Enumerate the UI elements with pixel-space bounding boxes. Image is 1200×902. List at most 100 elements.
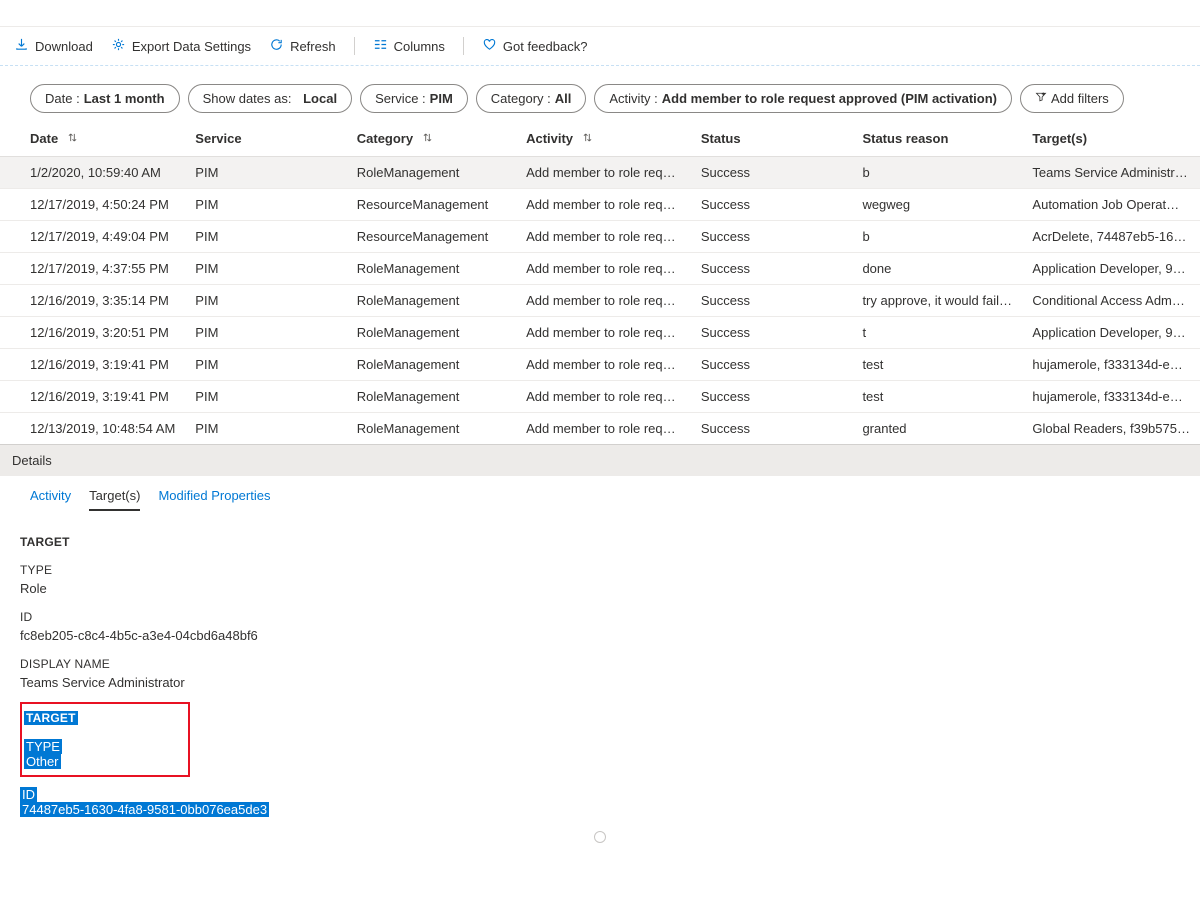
add-filters-button[interactable]: Add filters <box>1020 84 1124 113</box>
id-value: fc8eb205-c8c4-4b5c-a3e4-04cbd6a48bf6 <box>20 628 1180 643</box>
filter-category-label: Category : <box>491 91 551 106</box>
table-row[interactable]: 12/16/2019, 3:20:51 PMPIMRoleManagementA… <box>0 317 1200 349</box>
cell-date: 12/16/2019, 3:19:41 PM <box>0 349 185 381</box>
table-row[interactable]: 12/16/2019, 3:19:41 PMPIMRoleManagementA… <box>0 381 1200 413</box>
cell-reason: b <box>852 221 1022 253</box>
col-header-status-reason[interactable]: Status reason <box>852 121 1022 157</box>
cell-service: PIM <box>185 285 346 317</box>
display-name-label: DISPLAY NAME <box>20 657 1180 671</box>
heart-icon <box>482 37 497 55</box>
cell-status: Success <box>691 221 853 253</box>
table-row[interactable]: 12/13/2019, 10:48:54 AMPIMRoleManagement… <box>0 413 1200 445</box>
download-button[interactable]: Download <box>14 37 93 55</box>
type-value: Role <box>20 581 1180 596</box>
highlighted-target-box: TARGET TYPE Other <box>20 702 190 777</box>
cell-target: hujamerole, f333134d-e… <box>1022 381 1200 413</box>
cell-reason: test <box>852 349 1022 381</box>
filter-show-dates[interactable]: Show dates as: Local <box>188 84 352 113</box>
tab-targets[interactable]: Target(s) <box>89 484 140 511</box>
cell-activity: Add member to role req… <box>516 253 691 285</box>
cell-category: RoleManagement <box>347 253 516 285</box>
sort-icon <box>68 132 77 143</box>
refresh-label: Refresh <box>290 39 336 54</box>
export-label: Export Data Settings <box>132 39 251 54</box>
table-row[interactable]: 12/17/2019, 4:50:24 PMPIMResourceManagem… <box>0 189 1200 221</box>
table-row[interactable]: 12/16/2019, 3:35:14 PMPIMRoleManagementA… <box>0 285 1200 317</box>
audit-table: Date Service Category Activity Status St… <box>0 121 1200 444</box>
col-header-targets[interactable]: Target(s) <box>1022 121 1200 157</box>
cell-target: Automation Job Operat… <box>1022 189 1200 221</box>
cell-reason: done <box>852 253 1022 285</box>
refresh-icon <box>269 37 284 55</box>
cell-status: Success <box>691 413 853 445</box>
tab-activity[interactable]: Activity <box>30 484 71 511</box>
cell-service: PIM <box>185 381 346 413</box>
table-row[interactable]: 12/16/2019, 3:19:41 PMPIMRoleManagementA… <box>0 349 1200 381</box>
add-filters-label: Add filters <box>1051 91 1109 106</box>
resize-handle[interactable] <box>0 827 1200 839</box>
cell-activity: Add member to role req… <box>516 189 691 221</box>
target-heading: TARGET <box>20 535 1180 549</box>
filter-service[interactable]: Service : PIM <box>360 84 468 113</box>
cell-date: 12/16/2019, 3:20:51 PM <box>0 317 185 349</box>
id-label: ID <box>20 610 1180 624</box>
cell-reason: b <box>852 157 1022 189</box>
tab-modified-properties[interactable]: Modified Properties <box>158 484 270 511</box>
filter-showdates-value: Local <box>303 91 337 106</box>
columns-button[interactable]: Columns <box>373 37 445 55</box>
cell-target: Conditional Access Adm… <box>1022 285 1200 317</box>
filter-category[interactable]: Category : All <box>476 84 587 113</box>
cell-status: Success <box>691 349 853 381</box>
cell-category: RoleManagement <box>347 381 516 413</box>
table-header-row: Date Service Category Activity Status St… <box>0 121 1200 157</box>
filter-bar: Date : Last 1 month Show dates as: Local… <box>0 66 1200 121</box>
filter-activity-label: Activity : <box>609 91 657 106</box>
cell-service: PIM <box>185 189 346 221</box>
type2-label: TYPE <box>24 739 62 754</box>
cell-activity: Add member to role req… <box>516 221 691 253</box>
cell-activity: Add member to role req… <box>516 157 691 189</box>
cell-reason: t <box>852 317 1022 349</box>
divider <box>354 37 355 55</box>
table-row[interactable]: 12/17/2019, 4:49:04 PMPIMResourceManagem… <box>0 221 1200 253</box>
cell-reason: wegweg <box>852 189 1022 221</box>
export-settings-button[interactable]: Export Data Settings <box>111 37 251 55</box>
cell-status: Success <box>691 189 853 221</box>
cell-category: RoleManagement <box>347 413 516 445</box>
display-name-value: Teams Service Administrator <box>20 675 1180 690</box>
gear-icon <box>111 37 126 55</box>
cell-service: PIM <box>185 221 346 253</box>
col-header-service[interactable]: Service <box>185 121 346 157</box>
cell-date: 12/17/2019, 4:50:24 PM <box>0 189 185 221</box>
refresh-button[interactable]: Refresh <box>269 37 336 55</box>
cell-status: Success <box>691 253 853 285</box>
cell-service: PIM <box>185 413 346 445</box>
col-header-date[interactable]: Date <box>0 121 185 157</box>
cell-category: RoleManagement <box>347 317 516 349</box>
cell-activity: Add member to role req… <box>516 413 691 445</box>
cell-category: RoleManagement <box>347 349 516 381</box>
filter-category-value: All <box>555 91 572 106</box>
cell-category: ResourceManagement <box>347 189 516 221</box>
command-bar: Download Export Data Settings Refresh Co… <box>0 26 1200 66</box>
cell-date: 12/17/2019, 4:49:04 PM <box>0 221 185 253</box>
cell-target: Application Developer, 9… <box>1022 253 1200 285</box>
filter-activity[interactable]: Activity : Add member to role request ap… <box>594 84 1012 113</box>
feedback-button[interactable]: Got feedback? <box>482 37 588 55</box>
col-header-status[interactable]: Status <box>691 121 853 157</box>
col-header-activity[interactable]: Activity <box>516 121 691 157</box>
cell-date: 12/16/2019, 3:19:41 PM <box>0 381 185 413</box>
cell-activity: Add member to role req… <box>516 381 691 413</box>
col-header-category[interactable]: Category <box>347 121 516 157</box>
details-body: TARGET TYPE Role ID fc8eb205-c8c4-4b5c-a… <box>0 511 1200 827</box>
table-row[interactable]: 12/17/2019, 4:37:55 PMPIMRoleManagementA… <box>0 253 1200 285</box>
cell-target: hujamerole, f333134d-e… <box>1022 349 1200 381</box>
filter-date[interactable]: Date : Last 1 month <box>30 84 180 113</box>
divider <box>463 37 464 55</box>
cell-status: Success <box>691 317 853 349</box>
cell-service: PIM <box>185 349 346 381</box>
cell-date: 1/2/2020, 10:59:40 AM <box>0 157 185 189</box>
table-row[interactable]: 1/2/2020, 10:59:40 AMPIMRoleManagementAd… <box>0 157 1200 189</box>
columns-label: Columns <box>394 39 445 54</box>
cell-reason: granted <box>852 413 1022 445</box>
